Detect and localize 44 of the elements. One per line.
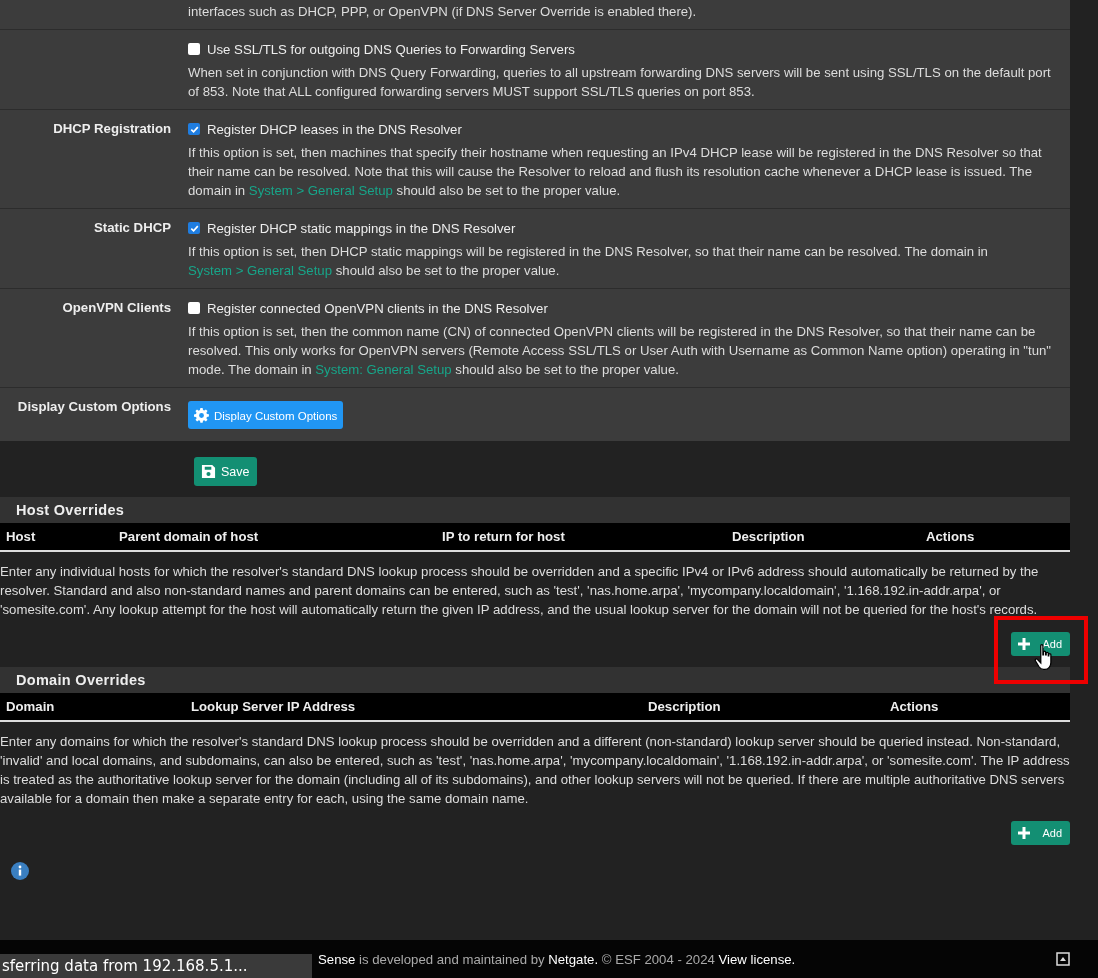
link[interactable]: System > General Setup <box>188 263 333 278</box>
link[interactable]: System: General Setup <box>315 362 452 377</box>
plus-icon <box>1017 826 1032 840</box>
help-text: Enter any domains for which the resolver's standard DNS lookup process should be overridden and a different (non-standard) lookup server should be queried instead. Non-standard, 'invalid' and local domains, and subdomains, can also be entered, such as 'test', 'nas.home.arpa', 'mycompany.localdomain', '1.168.192.in-addr.arpa', or 'somesite.com'. The IP address is treated as the authoritative lookup server for the domain (including all of its subdomains), and other lookup servers will not be queried. If there are multiple authoritative DNS servers available for a domain then make a separate entry for each, using the same domain name. <box>0 733 1070 808</box>
section-title: Domain Overrides <box>16 672 146 688</box>
checkbox-label: Register connected OpenVPN clients in the DNS Resolver <box>207 300 548 316</box>
display-custom-options-button[interactable]: Display Custom Options <box>188 401 344 429</box>
link[interactable]: System > General Setup <box>248 183 393 198</box>
checkbox[interactable] <box>188 302 200 314</box>
footer-text: Sense is developed and maintained by Netgate. © ESF 2004 - 2024 View license. <box>318 951 796 967</box>
checkbox[interactable] <box>188 222 200 234</box>
column-header: Actions <box>890 699 940 714</box>
info-icon <box>11 862 29 880</box>
checkbox-label: Register DHCP static mappings in the DNS Resolver <box>207 220 516 236</box>
field-label: DHCP Registration <box>53 121 171 136</box>
checkbox[interactable] <box>188 123 200 135</box>
gear-icon <box>194 408 209 423</box>
save-button[interactable]: Save <box>194 457 257 486</box>
help-text: If this option is set, then DHCP static mappings will be registered in the DNS Resolver, so that their name can be resolved. The domain in System > General Setup should also be set to the proper value. <box>188 243 989 280</box>
column-header: IP to return for host <box>442 529 566 544</box>
column-header: Lookup Server IP Address <box>191 699 357 714</box>
column-header: Host <box>6 529 37 544</box>
column-header: Domain <box>6 699 56 714</box>
status-tooltip: sferring data from 192.168.5.1... <box>0 954 312 978</box>
column-header: Description <box>648 699 722 714</box>
field-label: Static DHCP <box>94 220 171 235</box>
help-text: If this option is set, then machines that specify their hostname when requesting an IPv4 DHCP lease will be registered in the DNS Resolver so that their name can be resolved. Note that this will cause the Resolver to reload and flush its resolution cache whenever a DHCP lease is issued. The domain in System > General Setup should also be set to the proper value. <box>188 144 1043 200</box>
help-text: When set in conjunction with DNS Query Forwarding, queries to all upstream forwarding DNS servers will be sent using SSL/TLS on the default port of 853. Note that ALL configured forwarding servers MUST support SSL/TLS queries on port 853. <box>188 64 1052 101</box>
scroll-up-icon[interactable] <box>1056 952 1070 966</box>
add-button[interactable]: Add <box>1011 632 1070 656</box>
plus-icon <box>1017 637 1032 651</box>
help-text: interfaces such as DHCP, PPP, or OpenVPN (if DNS Server Override is enabled there). <box>188 3 698 21</box>
checkbox-label: Register DHCP leases in the DNS Resolver <box>207 121 462 137</box>
help-text: Enter any individual hosts for which the resolver's standard DNS lookup process should be overridden and a specific IPv4 or IPv6 address should automatically be returned by the resolver. Standard and also non-standard names and parent domains can be entered, such as 'test', 'nas.home.arpa', 'mycompany.localdomain', '1.168.192.in-addr.arpa', or 'somesite.com'. Any lookup attempt for the host will automatically return the given IP address, and the usual lookup server for the domain will not be queried for the host's records. <box>0 563 1040 619</box>
field-label: OpenVPN Clients <box>62 300 171 315</box>
column-header: Description <box>732 529 806 544</box>
column-header: Parent domain of host <box>119 529 260 544</box>
checkbox-label: Use SSL/TLS for outgoing DNS Queries to Forwarding Servers <box>207 41 575 57</box>
column-header: Actions <box>926 529 976 544</box>
help-text: If this option is set, then the common name (CN) of connected OpenVPN clients will be registered in the DNS Resolver, so that their name can be resolved. This only works for OpenVPN servers (Remote Access SSL/TLS or User Auth with Username as Common Name option) operating in "tun" mode. The domain in System: General Setup should also be set to the proper value. <box>188 323 1052 379</box>
field-label: Display Custom Options <box>17 399 171 414</box>
checkbox[interactable] <box>188 43 200 55</box>
add-button[interactable]: Add <box>1011 821 1070 845</box>
section-title: Host Overrides <box>16 502 125 518</box>
